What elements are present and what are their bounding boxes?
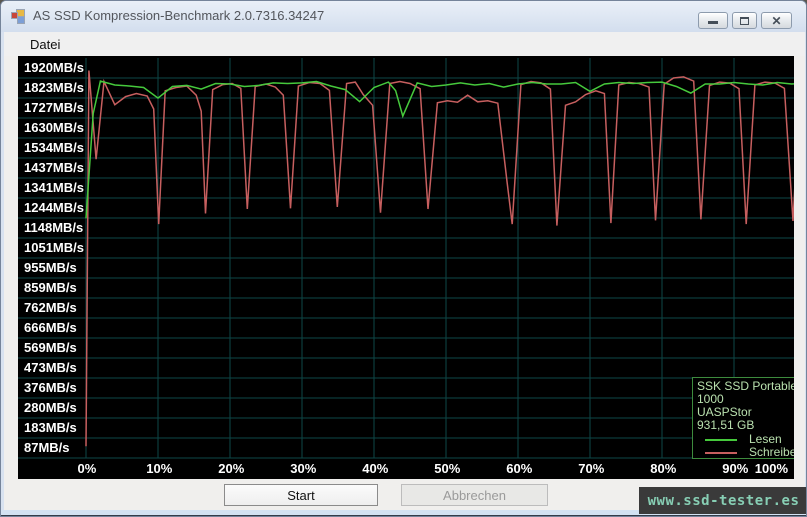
chart-canvas — [18, 56, 794, 479]
maximize-icon — [740, 17, 749, 25]
y-axis-label: 1920MB/s — [24, 58, 104, 78]
schreiben-line-icon — [705, 452, 737, 454]
minimize-button[interactable] — [698, 12, 728, 29]
y-axis-label: 1148MB/s — [24, 218, 104, 238]
chart-legend: SSK SSD Portable S 1000 UASPStor 931,51 … — [692, 377, 794, 459]
app-icon — [11, 9, 27, 24]
titlebar: AS SSD Kompression-Benchmark 2.0.7316.34… — [1, 1, 806, 32]
app-window: AS SSD Kompression-Benchmark 2.0.7316.34… — [0, 0, 807, 517]
y-axis-label: 1534MB/s — [24, 138, 104, 158]
legend-row-schreiben: Schreiben — [697, 446, 794, 458]
close-icon: ✕ — [771, 15, 781, 27]
y-axis-label: 859MB/s — [24, 278, 104, 298]
y-axis-label: 473MB/s — [24, 358, 104, 378]
y-axis-label: 1630MB/s — [24, 118, 104, 138]
x-axis-label: 70% — [578, 460, 604, 478]
legend-label-lesen: Lesen — [749, 433, 782, 445]
legend-label-schreiben: Schreiben — [749, 446, 794, 458]
x-axis-label: 60% — [506, 460, 532, 478]
legend-row-lesen: Lesen — [697, 433, 794, 445]
x-axis-label: 100% — [755, 460, 788, 478]
minimize-icon — [708, 21, 718, 24]
legend-capacity: 931,51 GB — [697, 419, 794, 432]
y-axis-label: 1051MB/s — [24, 238, 104, 258]
y-axis-label: 1244MB/s — [24, 198, 104, 218]
window-title: AS SSD Kompression-Benchmark 2.0.7316.34… — [33, 8, 324, 23]
lesen-line-icon — [705, 439, 737, 441]
start-button[interactable]: Start — [224, 484, 378, 506]
x-axis-label: 10% — [146, 460, 172, 478]
y-axis-label: 183MB/s — [24, 418, 104, 438]
maximize-button[interactable] — [732, 12, 757, 29]
y-axis-label: 1341MB/s — [24, 178, 104, 198]
menubar: Datei — [4, 32, 805, 56]
y-axis-label: 280MB/s — [24, 398, 104, 418]
x-axis-label: 50% — [434, 460, 460, 478]
y-axis-label: 666MB/s — [24, 318, 104, 338]
x-axis-label: 0% — [78, 460, 97, 478]
menu-item-datei[interactable]: Datei — [25, 35, 65, 54]
y-axis-label: 87MB/s — [24, 438, 104, 458]
benchmark-chart: 1920MB/s1823MB/s1727MB/s1630MB/s1534MB/s… — [18, 56, 794, 479]
x-axis-label: 80% — [650, 460, 676, 478]
x-axis-label: 20% — [218, 460, 244, 478]
y-axis-label: 1437MB/s — [24, 158, 104, 178]
x-axis-label: 90% — [722, 460, 748, 478]
x-axis-label: 40% — [362, 460, 388, 478]
y-axis-label: 762MB/s — [24, 298, 104, 318]
cancel-button[interactable]: Abbrechen — [401, 484, 548, 506]
y-axis-label: 569MB/s — [24, 338, 104, 358]
close-button[interactable]: ✕ — [761, 12, 792, 29]
watermark: www.ssd-tester.es — [639, 487, 807, 514]
y-axis-label: 1727MB/s — [24, 98, 104, 118]
y-axis-label: 955MB/s — [24, 258, 104, 278]
y-axis-label: 376MB/s — [24, 378, 104, 398]
y-axis-label: 1823MB/s — [24, 78, 104, 98]
x-axis-label: 30% — [290, 460, 316, 478]
